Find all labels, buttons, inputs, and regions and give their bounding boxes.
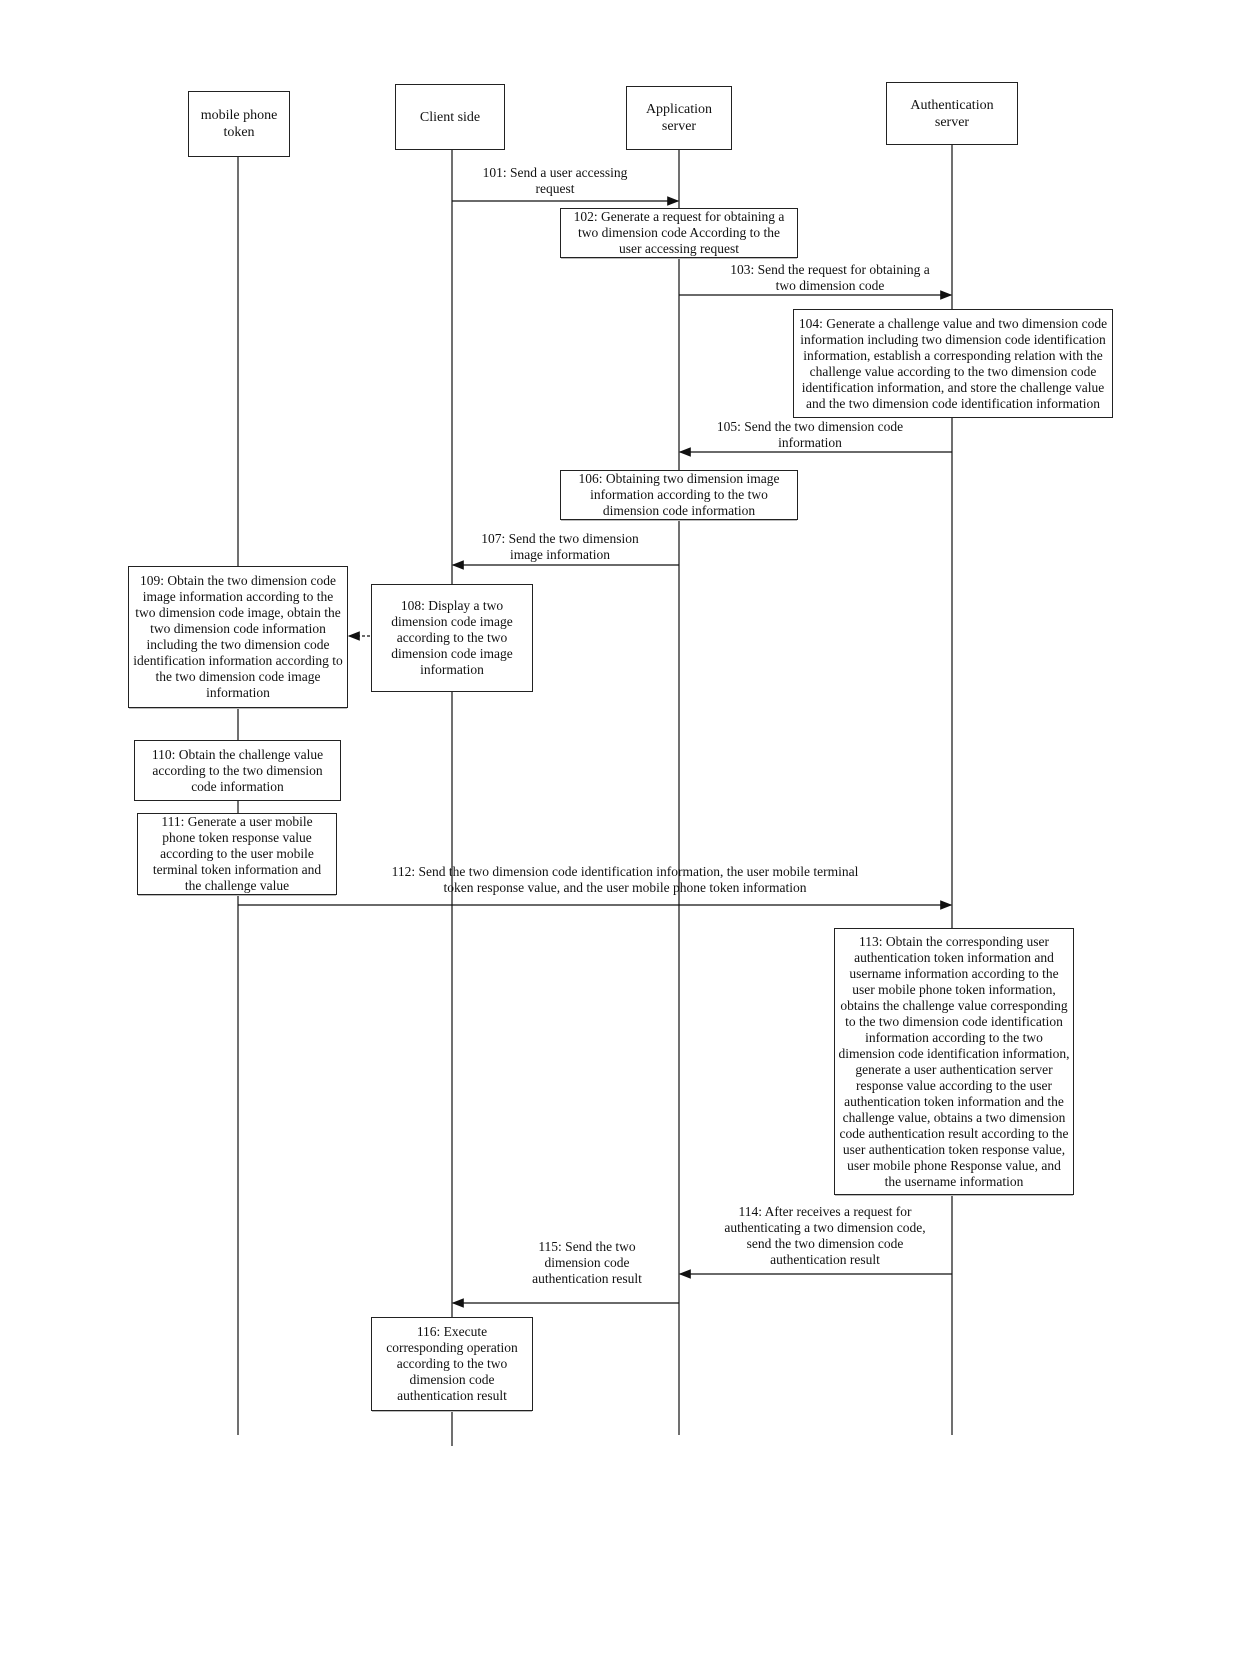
actor-label: mobile phone token [200,108,278,140]
actor-application-server: Application server [626,86,732,150]
step-102-box: 102: Generate a request for obtaining a … [560,208,798,258]
step-106-text: 106: Obtaining two dimension image infor… [578,471,780,518]
message-107-label: 107: Send the two dimension image inform… [481,531,639,562]
actor-label: Application server [645,102,713,134]
message-114-label: 114: After receives a request for authen… [724,1204,926,1267]
message-115-label: 115: Send the two dimension code authent… [532,1239,642,1286]
message-101-label: 101: Send a user accessing request [482,165,628,196]
step-111-text: 111: Generate a user mobile phone token … [152,814,322,893]
step-106-box: 106: Obtaining two dimension image infor… [560,470,798,520]
step-113-box: 113: Obtain the corresponding user authe… [834,928,1074,1195]
actor-label: Client side [419,109,481,125]
message-112-label: 112: Send the two dimension code identif… [391,864,859,895]
sequence-diagram: mobile phone token Client side Applicati… [0,0,1240,1655]
actor-mobile-phone-token: mobile phone token [188,91,290,157]
step-108-text: 108: Display a two dimension code image … [391,598,513,677]
step-108-box: 108: Display a two dimension code image … [371,584,533,692]
step-104-text: 104: Generate a challenge value and two … [798,315,1108,411]
message-103-label: 103: Send the request for obtaining a tw… [730,262,930,293]
actor-label: Authentication server [910,97,994,130]
step-116-box: 116: Execute corresponding operation acc… [371,1317,533,1411]
message-105-label: 105: Send the two dimension code informa… [716,419,904,450]
step-110-text: 110: Obtain the challenge value accordin… [151,746,324,794]
step-111-box: 111: Generate a user mobile phone token … [137,813,337,895]
step-102-text: 102: Generate a request for obtaining a … [573,209,785,256]
step-104-box: 104: Generate a challenge value and two … [793,309,1113,418]
step-110-box: 110: Obtain the challenge value accordin… [134,740,341,801]
actor-client-side: Client side [395,84,505,150]
step-113-text: 113: Obtain the corresponding user authe… [838,933,1070,1189]
step-109-text: 109: Obtain the two dimension code image… [133,573,343,700]
step-116-text: 116: Execute corresponding operation acc… [386,1324,518,1403]
step-109-box: 109: Obtain the two dimension code image… [128,566,348,708]
actor-authentication-server: Authentication server [886,82,1018,145]
